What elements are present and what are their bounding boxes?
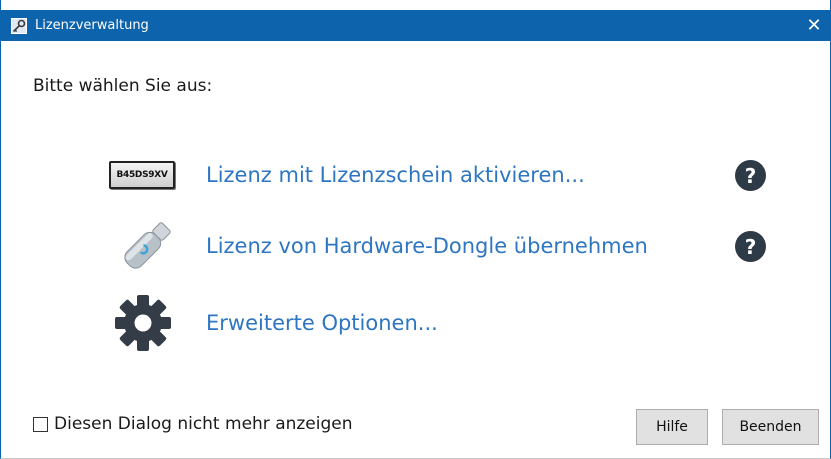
license-dialog: Lizenzverwaltung ✕ Bitte wählen Sie aus:…	[0, 0, 831, 459]
window-title: Lizenzverwaltung	[35, 18, 149, 33]
checkbox-label: Diesen Dialog nicht mehr anzeigen	[54, 414, 353, 434]
option-label: Erweiterte Optionen...	[206, 311, 438, 335]
license-certificate-icon: B45DS9XV	[109, 145, 185, 205]
title-bar: Lizenzverwaltung ✕	[1, 10, 830, 41]
key-icon	[10, 17, 28, 35]
license-key-text: B45DS9XV	[109, 161, 175, 189]
usb-dongle-icon	[109, 216, 185, 276]
help-button[interactable]: Hilfe	[636, 409, 708, 445]
option-activate-license-certificate[interactable]: B45DS9XV Lizenz mit Lizenzschein aktivie…	[109, 145, 585, 205]
prompt-text: Bitte wählen Sie aus:	[33, 76, 213, 96]
close-button[interactable]: ✕	[798, 10, 830, 41]
gear-icon	[109, 293, 185, 353]
help-icon[interactable]: ?	[735, 160, 766, 191]
option-label: Lizenz mit Lizenzschein aktivieren...	[206, 163, 585, 187]
help-icon[interactable]: ?	[735, 231, 766, 262]
option-label: Lizenz von Hardware-Dongle übernehmen	[206, 234, 648, 258]
option-import-from-dongle[interactable]: Lizenz von Hardware-Dongle übernehmen	[109, 216, 648, 276]
option-advanced-options[interactable]: Erweiterte Optionen...	[109, 293, 438, 353]
dont-show-again-checkbox[interactable]: Diesen Dialog nicht mehr anzeigen	[33, 414, 353, 434]
exit-button[interactable]: Beenden	[722, 409, 819, 445]
checkbox-box[interactable]	[33, 416, 48, 432]
